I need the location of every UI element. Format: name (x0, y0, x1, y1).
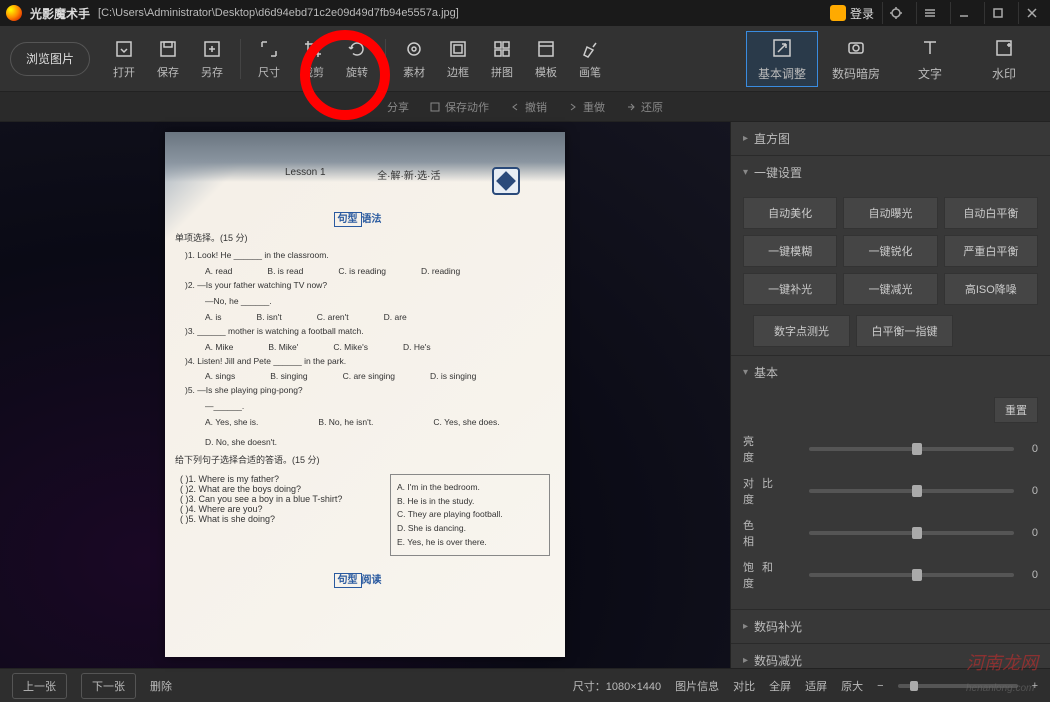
oneclick-section[interactable]: ▾一键设置 (731, 156, 1050, 189)
auto-exposure-button[interactable]: 自动曝光 (843, 197, 937, 229)
action-bar: 分享 保存动作 撤销 重做 还原 (0, 92, 1050, 122)
fullscreen-button[interactable]: 全屏 (769, 678, 791, 694)
histogram-section[interactable]: ▸直方图 (731, 122, 1050, 155)
settings-icon[interactable] (882, 2, 908, 24)
text-icon (917, 35, 943, 61)
share-button[interactable]: 分享 (387, 99, 409, 115)
auto-wb-button[interactable]: 自动白平衡 (944, 197, 1038, 229)
save-action-button[interactable]: 保存动作 (429, 99, 489, 115)
basic-adjust-tab[interactable]: 基本调整 (746, 31, 818, 87)
hue-slider[interactable]: 色相0 (743, 517, 1038, 549)
border-icon (447, 38, 469, 60)
heavy-wb-button[interactable]: 严重白平衡 (944, 235, 1038, 267)
size-tool[interactable]: 尺寸 (249, 38, 289, 80)
open-tool[interactable]: 打开 (104, 38, 144, 80)
one-reduce-button[interactable]: 一键减光 (843, 273, 937, 305)
watermark-icon (991, 35, 1017, 61)
login-button[interactable]: 登录 (830, 5, 874, 22)
minimize-icon[interactable] (950, 2, 976, 24)
watermark-tab[interactable]: 水印 (968, 31, 1040, 87)
main-toolbar: 浏览图片 打开 保存 另存 尺寸 裁剪 旋转 素材 边框 拼图 模板 画笔 基本… (0, 26, 1050, 92)
border-tool[interactable]: 边框 (438, 38, 478, 80)
brush-icon (579, 38, 601, 60)
open-icon (113, 38, 135, 60)
image-size-label: 尺寸：1080×1440 (573, 678, 661, 694)
template-tool[interactable]: 模板 (526, 38, 566, 80)
wb-one-button[interactable]: 白平衡一指键 (856, 315, 953, 347)
zoom-out-icon[interactable]: − (877, 680, 883, 692)
next-button[interactable]: 下一张 (81, 673, 136, 699)
fitscreen-button[interactable]: 适屏 (805, 678, 827, 694)
titlebar: 光影魔术手 [C:\Users\Administrator\Desktop\d6… (0, 0, 1050, 26)
app-title: 光影魔术手 (30, 5, 90, 22)
brightness-slider[interactable]: 亮度0 (743, 433, 1038, 465)
original-button[interactable]: 原大 (841, 678, 863, 694)
basic-section[interactable]: ▾基本 (731, 356, 1050, 389)
crop-tool[interactable]: 裁剪 (293, 38, 333, 80)
high-iso-button[interactable]: 高ISO降噪 (944, 273, 1038, 305)
close-icon[interactable] (1018, 2, 1044, 24)
delete-button[interactable]: 删除 (150, 678, 172, 694)
compare-button[interactable]: 对比 (733, 678, 755, 694)
rotate-icon (346, 38, 368, 60)
one-blur-button[interactable]: 一键模糊 (743, 235, 837, 267)
material-tool[interactable]: 素材 (394, 38, 434, 80)
collage-icon (491, 38, 513, 60)
status-bar: 上一张 下一张 删除 尺寸：1080×1440 图片信息 对比 全屏 适屏 原大… (0, 668, 1050, 702)
side-panel: ▸直方图 ▾一键设置 自动美化 自动曝光 自动白平衡 一键模糊 一键锐化 严重白… (730, 122, 1050, 668)
one-sharpen-button[interactable]: 一键锐化 (843, 235, 937, 267)
browse-images-button[interactable]: 浏览图片 (10, 42, 90, 76)
redo-button[interactable]: 重做 (567, 99, 605, 115)
canvas-area[interactable]: Lesson 1 全·解·新·选·活 句型语法 单项选择。(15 分) )1. … (0, 122, 730, 668)
text-tab[interactable]: 文字 (894, 31, 966, 87)
material-icon (403, 38, 425, 60)
saveas-icon (201, 38, 223, 60)
size-icon (258, 38, 280, 60)
document-image: Lesson 1 全·解·新·选·活 句型语法 单项选择。(15 分) )1. … (165, 132, 565, 657)
file-path: [C:\Users\Administrator\Desktop\d6d94ebd… (98, 7, 459, 19)
collage-tool[interactable]: 拼图 (482, 38, 522, 80)
template-icon (535, 38, 557, 60)
darkroom-tab[interactable]: 数码暗房 (820, 31, 892, 87)
maximize-icon[interactable] (984, 2, 1010, 24)
saveas-tool[interactable]: 另存 (192, 38, 232, 80)
basic-adjust-icon (769, 35, 795, 61)
prev-button[interactable]: 上一张 (12, 673, 67, 699)
brush-tool[interactable]: 画笔 (570, 38, 610, 80)
contrast-slider[interactable]: 对比度0 (743, 475, 1038, 507)
one-fill-button[interactable]: 一键补光 (743, 273, 837, 305)
undo-button[interactable]: 撤销 (509, 99, 547, 115)
save-icon (157, 38, 179, 60)
digital-fill-section[interactable]: ▸数码补光 (731, 610, 1050, 643)
darkroom-icon (843, 35, 869, 61)
crop-icon (302, 38, 324, 60)
restore-button[interactable]: 还原 (625, 99, 663, 115)
auto-beauty-button[interactable]: 自动美化 (743, 197, 837, 229)
saturation-slider[interactable]: 饱和度0 (743, 559, 1038, 591)
image-info-button[interactable]: 图片信息 (675, 678, 719, 694)
menu-icon[interactable] (916, 2, 942, 24)
point-meter-button[interactable]: 数字点测光 (753, 315, 850, 347)
login-label: 登录 (850, 5, 874, 22)
reset-button[interactable]: 重置 (994, 397, 1038, 423)
avatar-icon (830, 5, 846, 21)
save-tool[interactable]: 保存 (148, 38, 188, 80)
rotate-tool[interactable]: 旋转 (337, 38, 377, 80)
page-watermark: 河南龙网 henanlong.com (966, 649, 1038, 696)
app-logo-icon (6, 5, 22, 21)
